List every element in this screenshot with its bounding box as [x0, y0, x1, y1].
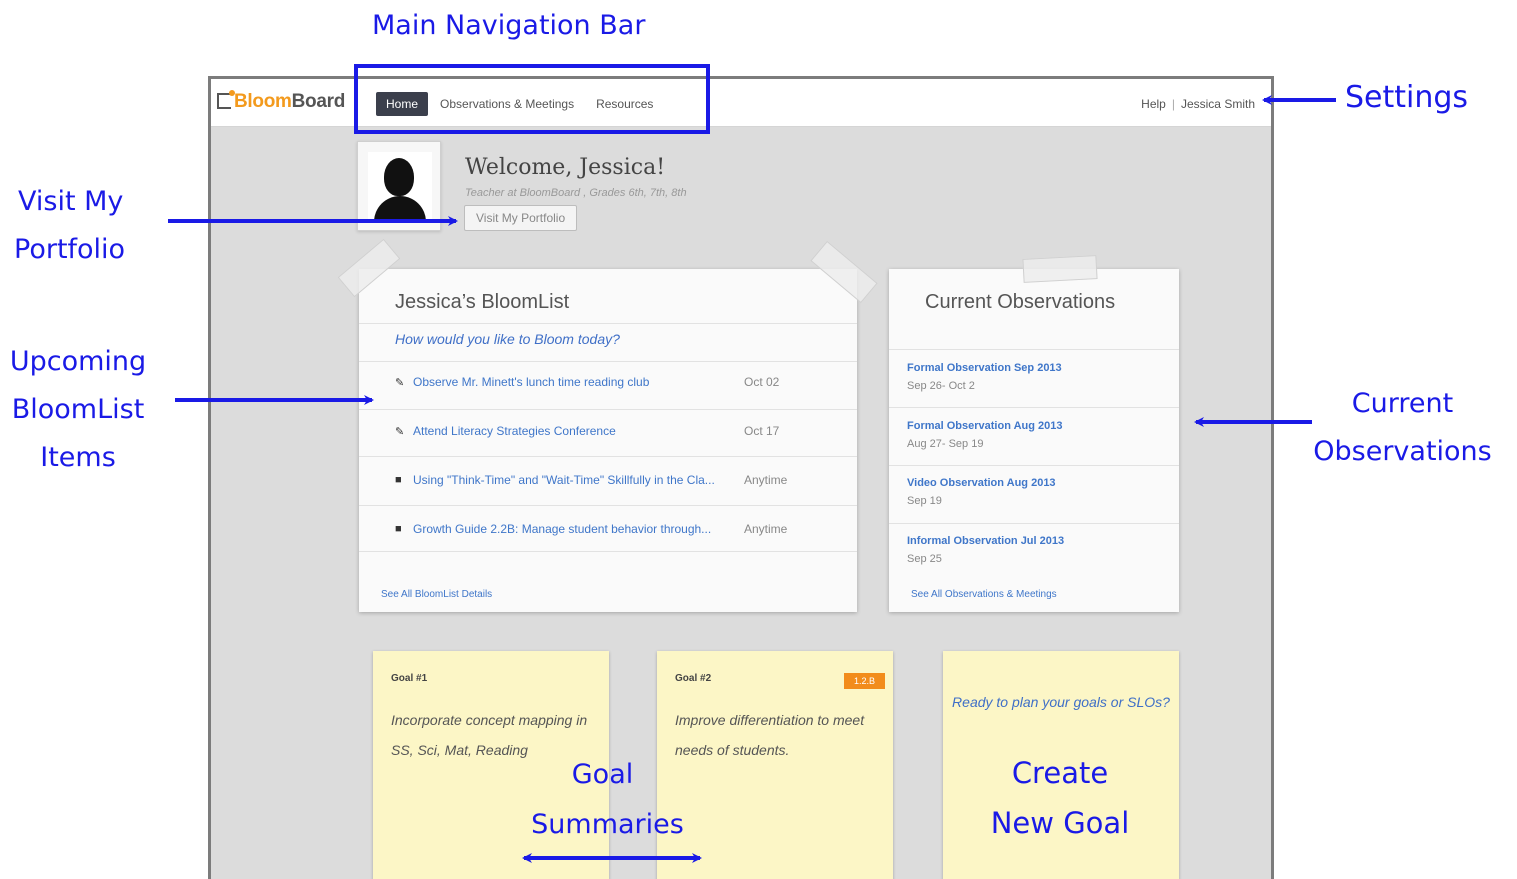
annotation-arrows: [168, 95, 1336, 863]
